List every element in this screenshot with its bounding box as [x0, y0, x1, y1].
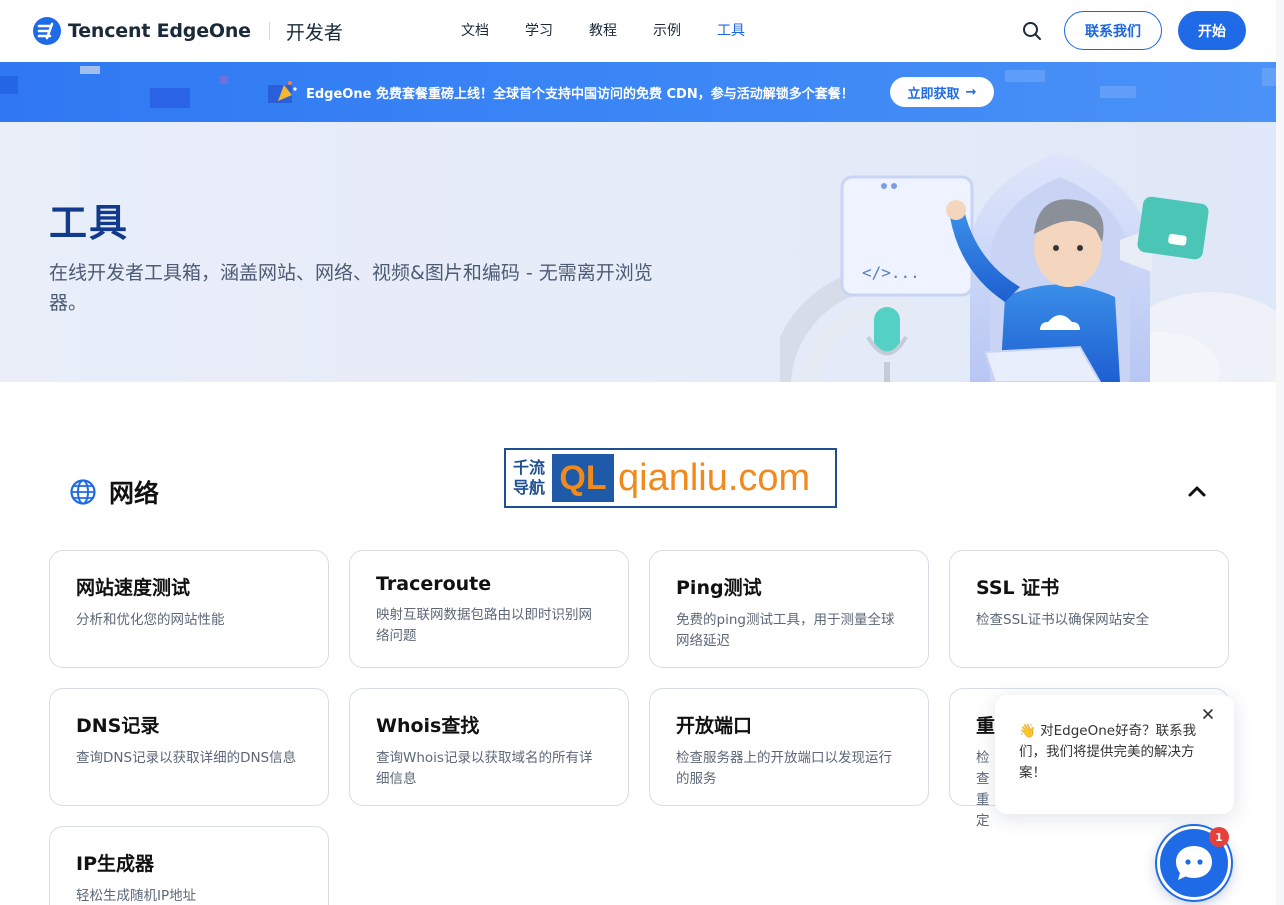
card-description: 查询Whois记录以获取域名的所有详细信息 [376, 750, 593, 787]
chat-popup: 👋 对EdgeOne好奇？联系我们，我们将提供完美的解决方案！ [995, 695, 1234, 814]
banner-text: EdgeOne 免费套餐重磅上线！全球首个支持中国访问的免费 CDN，参与活动解… [306, 86, 854, 102]
waving-hand-icon: 👋 [1019, 723, 1036, 739]
page-title: 工具 [49, 201, 130, 245]
chat-bubble-icon [1176, 846, 1212, 880]
page-description: 在线开发者工具箱，涵盖网站、网络、视频&图片和编码 - 无需离开浏览器。 [49, 262, 653, 314]
globe-icon [70, 479, 96, 505]
tool-card-ssl[interactable]: SSL 证书 检查SSL证书以确保网站安全 [949, 550, 1229, 668]
card-description: 分析和优化您的网站性能 [76, 612, 225, 628]
start-button[interactable]: 开始 [1178, 11, 1246, 50]
top-header: Tencent EdgeOne 开发者 文档 学习 教程 示例 工具 联系我们 … [0, 0, 1284, 62]
chat-message: 👋 对EdgeOne好奇？联系我们，我们将提供完美的解决方案！ [1019, 721, 1208, 784]
card-title: 网站速度测试 [76, 577, 191, 599]
banner-decoration [0, 76, 18, 94]
section-title: 网络 [109, 479, 160, 508]
chat-message-text: 对EdgeOne好奇？联系我们，我们将提供完美的解决方案！ [1019, 723, 1197, 781]
card-title: Ping测试 [676, 577, 762, 599]
search-icon[interactable] [1020, 19, 1044, 43]
banner-message: EdgeOne 免费套餐重磅上线！全球首个支持中国访问的免费 CDN，参与活动解… [268, 79, 854, 105]
watermark-cn-line2: 导航 [512, 478, 545, 497]
nav-examples[interactable]: 示例 [653, 20, 717, 40]
get-now-label: 立即获取 [907, 86, 960, 102]
developer-illustration-icon: </>... [780, 152, 1276, 382]
tool-card-ip-generator[interactable]: IP生成器 轻松生成随机IP地址 [49, 826, 329, 905]
card-description: 检查重定 [976, 750, 990, 829]
contact-us-button[interactable]: 联系我们 [1064, 11, 1162, 50]
tool-card-open-ports[interactable]: 开放端口 检查服务器上的开放端口以发现运行的服务 [649, 688, 929, 806]
close-icon[interactable] [1201, 707, 1215, 721]
card-description: 映射互联网数据包路由以即时识别网络问题 [376, 607, 592, 644]
banner-decoration [220, 76, 228, 84]
card-title: Traceroute [376, 573, 492, 595]
watermark-ql-logo: QL [552, 454, 614, 502]
brand-sub: 开发者 [285, 21, 343, 44]
chevron-up-icon[interactable] [1184, 478, 1210, 504]
nav-learn[interactable]: 学习 [525, 20, 589, 40]
hero-section: 工具 在线开发者工具箱，涵盖网站、网络、视频&图片和编码 - 无需离开浏览器。 … [0, 122, 1276, 382]
card-description: 轻松生成随机IP地址 [76, 888, 197, 904]
card-description: 免费的ping测试工具，用于测量全球网络延迟 [676, 612, 895, 649]
card-description: 检查SSL证书以确保网站安全 [976, 612, 1150, 628]
card-description: 检查服务器上的开放端口以发现运行的服务 [676, 750, 892, 787]
party-popper-icon [268, 81, 297, 103]
edgeone-logo-icon [33, 17, 61, 45]
banner-decoration [1100, 86, 1136, 98]
get-now-button[interactable]: 立即获取 → [890, 77, 994, 107]
banner-decoration [150, 88, 190, 108]
card-title: IP生成器 [76, 853, 154, 875]
card-title: Whois查找 [376, 715, 480, 737]
nav-tools[interactable]: 工具 [717, 20, 781, 40]
brand-name: Tencent EdgeOne [68, 20, 251, 42]
tool-card-traceroute[interactable]: Traceroute 映射互联网数据包路由以即时识别网络问题 [349, 550, 629, 668]
brand-logo[interactable]: Tencent EdgeOne 开发者 [32, 16, 343, 46]
tool-card-ping[interactable]: Ping测试 免费的ping测试工具，用于测量全球网络延迟 [649, 550, 929, 668]
banner-decoration [80, 66, 100, 74]
watermark-cn: 千流 导航 [506, 458, 552, 498]
watermark-domain: qianliu.com [618, 456, 811, 499]
watermark-cn-line1: 千流 [512, 458, 545, 477]
card-title: DNS记录 [76, 715, 160, 737]
card-description: 查询DNS记录以获取详细的DNS信息 [76, 750, 297, 766]
section-header-network: 网络 [69, 474, 159, 510]
brand-divider [268, 22, 270, 40]
main-nav: 文档 学习 教程 示例 工具 [461, 20, 781, 40]
banner-decoration [1262, 68, 1276, 86]
card-title: 开放端口 [676, 715, 753, 737]
nav-tutorials[interactable]: 教程 [589, 20, 653, 40]
qianliu-watermark: 千流 导航 QL qianliu.com [504, 448, 837, 508]
page-scrollbar[interactable] [1276, 0, 1284, 905]
arrow-right-icon: → [965, 84, 977, 100]
svg-text:</>...: </>... [862, 263, 920, 282]
banner-decoration [1005, 70, 1045, 82]
tool-card-dns[interactable]: DNS记录 查询DNS记录以获取详细的DNS信息 [49, 688, 329, 806]
promo-banner: EdgeOne 免费套餐重磅上线！全球首个支持中国访问的免费 CDN，参与活动解… [0, 62, 1276, 122]
card-title: SSL 证书 [976, 577, 1060, 599]
tool-card-whois[interactable]: Whois查找 查询Whois记录以获取域名的所有详细信息 [349, 688, 629, 806]
unread-badge: 1 [1209, 827, 1229, 847]
tool-card-website-speed[interactable]: 网站速度测试 分析和优化您的网站性能 [49, 550, 329, 668]
nav-docs[interactable]: 文档 [461, 20, 525, 40]
